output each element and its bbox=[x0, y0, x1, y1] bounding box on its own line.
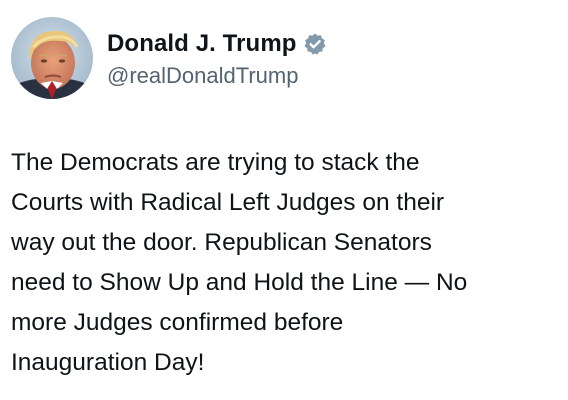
tweet-text-line: The Democrats are trying to stack the bbox=[11, 149, 420, 176]
tweet-text-line: Courts with Radical Left Judges on their bbox=[11, 189, 445, 216]
avatar-photo-icon bbox=[11, 17, 93, 99]
display-name[interactable]: Donald J. Trump bbox=[107, 30, 297, 58]
verified-badge-icon[interactable] bbox=[303, 32, 327, 56]
author-identity: Donald J. Trump @realDonaldTrump bbox=[107, 27, 327, 89]
author-handle[interactable]: @realDonaldTrump bbox=[107, 63, 327, 89]
tweet-text: The Democrats are trying to stack the Co… bbox=[11, 143, 561, 383]
tweet-text-line: need to Show Up and Hold the Line — No bbox=[11, 269, 468, 296]
tweet-header: Donald J. Trump @realDonaldTrump bbox=[11, 17, 327, 99]
tweet-card: Donald J. Trump @realDonaldTrump The Dem… bbox=[0, 0, 568, 400]
tweet-text-line: more Judges confirmed before bbox=[11, 309, 344, 336]
tweet-text-line: Inauguration Day! bbox=[11, 349, 205, 376]
avatar[interactable] bbox=[11, 17, 93, 99]
name-row: Donald J. Trump bbox=[107, 27, 327, 61]
tweet-text-line: way out the door. Republican Senators bbox=[11, 229, 432, 256]
